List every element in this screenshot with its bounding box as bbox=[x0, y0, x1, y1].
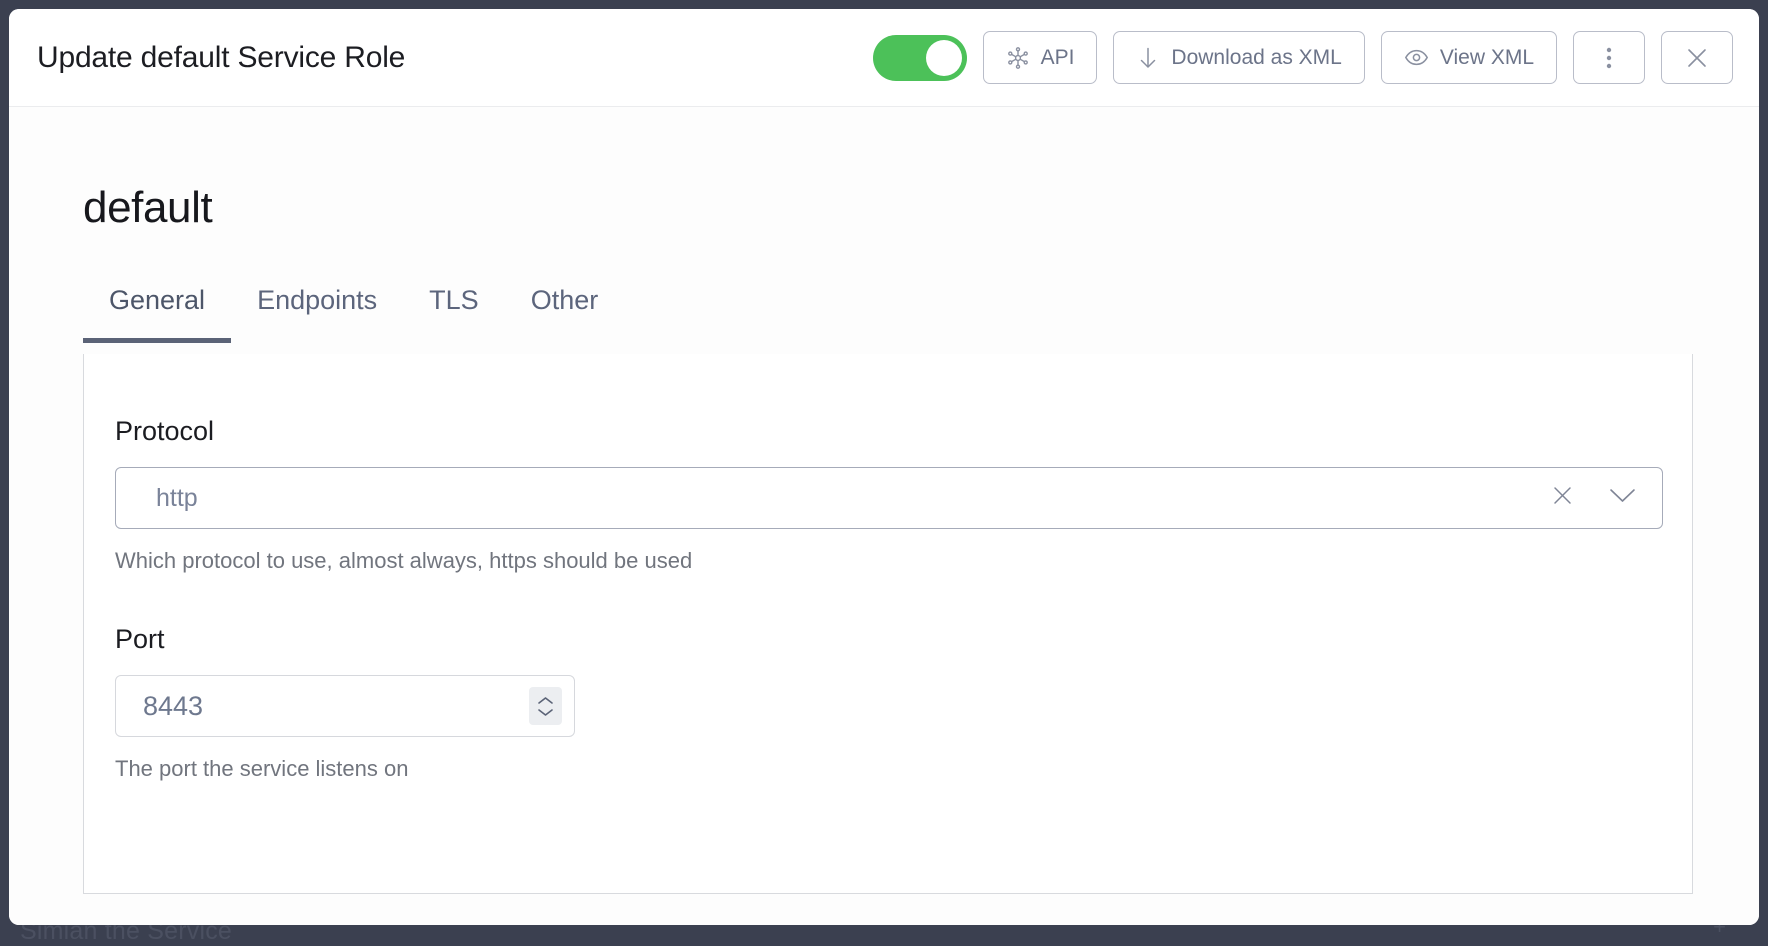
download-arrow-icon bbox=[1136, 45, 1160, 71]
tab-bar: General Endpoints TLS Other bbox=[83, 285, 624, 340]
chevron-up-icon bbox=[537, 696, 554, 705]
view-xml-label: View XML bbox=[1440, 46, 1534, 70]
tab-tls[interactable]: TLS bbox=[403, 285, 505, 343]
api-nodes-icon bbox=[1006, 46, 1030, 70]
modal-header: Update default Service Role bbox=[9, 9, 1759, 107]
protocol-help-text: Which protocol to use, almost always, ht… bbox=[115, 548, 1663, 574]
port-value: 8443 bbox=[143, 691, 529, 722]
more-options-button[interactable] bbox=[1573, 31, 1645, 84]
view-xml-button[interactable]: View XML bbox=[1381, 31, 1557, 84]
tab-general-label: General bbox=[109, 285, 205, 315]
close-icon bbox=[1684, 45, 1710, 71]
protocol-label: Protocol bbox=[115, 416, 1663, 447]
tab-other[interactable]: Other bbox=[505, 285, 625, 343]
tab-tls-label: TLS bbox=[429, 285, 479, 315]
protocol-select[interactable]: http bbox=[115, 467, 1663, 529]
chevron-down-icon[interactable] bbox=[1609, 487, 1636, 509]
tab-general[interactable]: General bbox=[83, 285, 231, 343]
port-help-text: The port the service listens on bbox=[115, 756, 575, 782]
tab-other-label: Other bbox=[531, 285, 599, 315]
api-button[interactable]: API bbox=[983, 31, 1098, 84]
port-stepper[interactable] bbox=[529, 687, 562, 725]
tab-endpoints[interactable]: Endpoints bbox=[231, 285, 403, 343]
app-background: Simian the Service + Update default Serv… bbox=[0, 0, 1768, 942]
general-tab-panel: Protocol http bbox=[83, 354, 1693, 894]
header-actions: API Download as XML bbox=[873, 31, 1733, 84]
kebab-menu-icon bbox=[1606, 46, 1612, 70]
modal-body: default General Endpoints TLS Other Prot… bbox=[9, 107, 1759, 925]
protocol-select-icons bbox=[1550, 483, 1644, 513]
protocol-value: http bbox=[156, 484, 1550, 513]
download-xml-button[interactable]: Download as XML bbox=[1113, 31, 1364, 84]
chevron-down-icon bbox=[537, 708, 554, 717]
port-label: Port bbox=[115, 624, 575, 655]
close-button[interactable] bbox=[1661, 31, 1733, 84]
protocol-field: Protocol http bbox=[115, 416, 1663, 574]
modal-title: Update default Service Role bbox=[37, 41, 405, 75]
port-field: Port 8443 The port the service lis bbox=[115, 624, 575, 782]
protocol-clear-icon[interactable] bbox=[1550, 483, 1575, 513]
tab-endpoints-label: Endpoints bbox=[257, 285, 377, 315]
api-button-label: API bbox=[1041, 46, 1075, 70]
toggle-knob bbox=[926, 40, 962, 76]
page-title: default bbox=[83, 183, 212, 233]
enabled-toggle[interactable] bbox=[873, 35, 967, 81]
download-xml-label: Download as XML bbox=[1171, 46, 1341, 70]
port-input[interactable]: 8443 bbox=[115, 675, 575, 737]
modal-window: Update default Service Role bbox=[9, 9, 1759, 925]
eye-icon bbox=[1404, 45, 1429, 70]
